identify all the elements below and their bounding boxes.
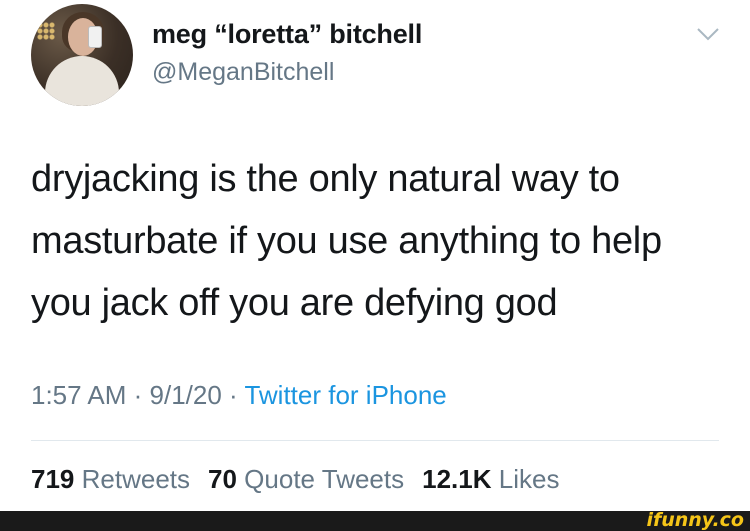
tweet-source-link[interactable]: Twitter for iPhone [244, 380, 446, 410]
tweet-time[interactable]: 1:57 AM [31, 380, 126, 410]
chevron-down-icon[interactable] [696, 26, 720, 42]
tweet-text-line: you jack off you are defying god [31, 282, 558, 324]
tweet-text-line: dryjacking is the only natural way to [31, 158, 620, 200]
likes-count: 12.1K [422, 464, 492, 494]
avatar-sweater [45, 56, 119, 106]
likes-stat[interactable]: 12.1K Likes [422, 464, 559, 494]
watermark-logo: ifunny.co [646, 509, 744, 531]
meta-separator: · [221, 380, 245, 410]
tweet-date[interactable]: 9/1/20 [150, 380, 222, 410]
avatar[interactable] [31, 4, 133, 106]
avatar-phone [88, 26, 102, 48]
likes-label: Likes [498, 464, 560, 494]
retweets-stat[interactable]: 719 Retweets [31, 464, 190, 494]
display-name[interactable]: meg “loretta” bitchell [152, 19, 422, 50]
meta-separator: · [126, 380, 150, 410]
quotes-stat[interactable]: 70 Quote Tweets [208, 464, 404, 494]
watermark-bar: ifunny.co [0, 509, 750, 531]
tweet-meta: 1:57 AM · 9/1/20 · Twitter for iPhone [31, 380, 447, 411]
quotes-count: 70 [208, 464, 237, 494]
tweet-card: meg “loretta” bitchell @MeganBitchell dr… [0, 0, 750, 511]
tweet-text-line: masturbate if you use anything to help [31, 220, 662, 262]
lights-decoration [37, 22, 55, 40]
tweet-text: dryjacking is the only natural way to ma… [31, 148, 731, 334]
tweet-stats: 719 Retweets 70 Quote Tweets 12.1K Likes [31, 464, 559, 495]
user-handle[interactable]: @MeganBitchell [152, 58, 334, 87]
quotes-label: Quote Tweets [244, 464, 405, 494]
retweets-count: 719 [31, 464, 75, 494]
retweets-label: Retweets [81, 464, 191, 494]
divider [31, 440, 719, 441]
